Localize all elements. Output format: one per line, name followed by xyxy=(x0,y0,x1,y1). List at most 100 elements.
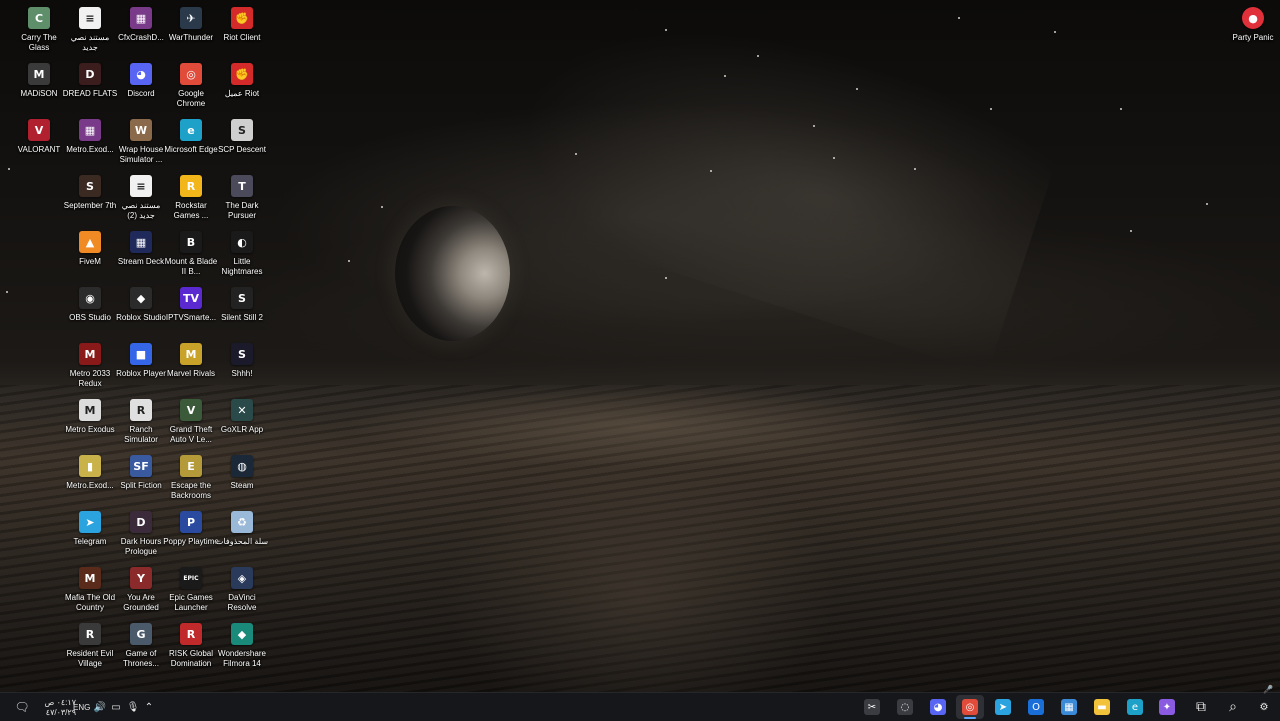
desktop-icon[interactable]: P Poppy Playtime xyxy=(163,508,219,562)
discord-taskbar-button[interactable]: ◕ xyxy=(924,695,952,719)
edge-taskbar-button[interactable]: e xyxy=(1121,695,1149,719)
desktop-icon[interactable]: S September 7th xyxy=(63,172,117,226)
desktop-icon-party-panic[interactable]: ● Party Panic xyxy=(1228,4,1278,58)
desktop-icon[interactable]: V Grand Theft Auto V Le... xyxy=(166,396,216,450)
star xyxy=(8,168,10,170)
notification-center-button[interactable]: 🗨 xyxy=(8,695,36,719)
search-button[interactable]: ⌕ xyxy=(1219,695,1247,719)
desktop-icon[interactable]: ≡ مستند نصي جديد xyxy=(65,4,115,58)
telegram-taskbar-button[interactable]: ➤ xyxy=(989,695,1017,719)
wallpaper-haze xyxy=(492,0,1068,374)
desktop-icon-label: Dark Hours Prologue xyxy=(120,537,162,556)
chrome-taskbar-button[interactable]: ◎ xyxy=(956,695,984,719)
desktop-icon[interactable]: ■ Roblox Player xyxy=(116,340,166,394)
desktop-icon-label: Grand Theft Auto V Le... xyxy=(169,425,213,444)
desktop-icon-label: Metro Exodus xyxy=(65,425,115,434)
desktop-icon[interactable]: ✕ GoXLR App xyxy=(217,396,267,450)
silent-still-icon: S xyxy=(231,287,253,309)
text-document-icon: ≡ xyxy=(79,7,101,29)
show-hidden-icons-button[interactable]: ⌃ xyxy=(140,695,158,719)
network-button[interactable]: ▭ xyxy=(107,695,125,719)
desktop-icon[interactable]: S Shhh! xyxy=(217,340,267,394)
desktop-icon-label: SCP Descent xyxy=(218,145,266,154)
desktop-icon[interactable]: M Metro 2033 Redux xyxy=(65,340,115,394)
desktop-icon[interactable]: ✈ WarThunder xyxy=(166,4,216,58)
desktop-icon-label: Mount & Blade II B... xyxy=(164,257,218,276)
desktop-icon[interactable]: V VALORANT xyxy=(14,116,64,170)
clock-time[interactable]: ٠٤:١٧ ص xyxy=(36,698,76,707)
desktop-icon[interactable]: ◐ Little Nightmares xyxy=(217,228,267,282)
game-of-thrones-icon: G xyxy=(130,623,152,645)
desktop-icon-label: مستند نصي جديد (2) xyxy=(121,201,161,220)
language-indicator[interactable]: ENG xyxy=(73,703,90,712)
desktop-icon[interactable]: SF Split Fiction xyxy=(116,452,166,506)
desktop-icon[interactable]: W Wrap House Simulator ... xyxy=(116,116,166,170)
desktop-icon[interactable]: S SCP Descent xyxy=(217,116,267,170)
desktop-icon[interactable]: D Dark Hours Prologue xyxy=(116,508,166,562)
carry-the-glass-icon: C xyxy=(28,7,50,29)
desktop-icon[interactable]: ➤ Telegram xyxy=(65,508,115,562)
desktop-icon[interactable]: S Silent Still 2 xyxy=(217,284,267,338)
desktop-icon[interactable]: E Escape the Backrooms xyxy=(166,452,216,506)
snip-tool-button[interactable]: ✂ xyxy=(858,695,886,719)
file-explorer-taskbar-button[interactable]: ▬ xyxy=(1088,695,1116,719)
desktop-icon[interactable]: G Game of Thrones... xyxy=(116,620,166,674)
task-view-icon: ⧉ xyxy=(1196,699,1206,715)
desktop-icon[interactable]: ▲ FiveM xyxy=(65,228,115,282)
desktop-icon-label: Silent Still 2 xyxy=(221,313,263,322)
poppy-playtime-icon: P xyxy=(180,511,202,533)
desktop-icon[interactable]: Y You Are Grounded xyxy=(116,564,166,618)
desktop-icon[interactable]: B Mount & Blade II B... xyxy=(164,228,218,282)
desktop-icon[interactable]: ▦ Stream Deck xyxy=(116,228,166,282)
settings-icon: ⚙ xyxy=(1259,701,1269,713)
app-circle-button[interactable]: ◌ xyxy=(891,695,919,719)
desktop-icon[interactable]: ◆ Roblox Studio xyxy=(116,284,166,338)
desktop-icon[interactable]: R Rockstar Games ... xyxy=(166,172,216,226)
desktop-icon[interactable]: ✊ عميل Riot xyxy=(217,60,267,114)
desktop-icon[interactable]: D DREAD FLATS xyxy=(62,60,118,114)
desktop-icon[interactable]: ◉ OBS Studio xyxy=(65,284,115,338)
desktop-icon[interactable]: ◈ DaVinci Resolve xyxy=(217,564,267,618)
clock-date[interactable]: ٤٧/٠٣/٢٩ xyxy=(36,708,76,717)
store-taskbar-button[interactable]: ▦ xyxy=(1055,695,1083,719)
desktop-icon[interactable]: ◍ Steam xyxy=(217,452,267,506)
desktop-icon[interactable]: ✊ Riot Client xyxy=(217,4,267,58)
desktop-icon[interactable]: R RISK Global Domination xyxy=(166,620,216,674)
desktop-icon[interactable]: R Resident Evil Village xyxy=(65,620,115,674)
desktop-icon[interactable]: ◎ Google Chrome xyxy=(166,60,216,114)
task-view-button[interactable]: ⧉ xyxy=(1187,695,1215,719)
desktop-icon[interactable]: M MADiSON xyxy=(14,60,64,114)
google-chrome-icon: ◎ xyxy=(180,63,202,85)
desktop-icon[interactable]: ◆ Wondershare Filmora 14 xyxy=(217,620,267,674)
edge-taskbar-icon: e xyxy=(1127,699,1143,715)
desktop-icon[interactable]: T The Dark Pursuer xyxy=(217,172,267,226)
desktop-icon[interactable]: TV IPTVSmarte... xyxy=(166,284,216,338)
desktop-icon-label: DREAD FLATS xyxy=(62,89,118,98)
desktop-icon[interactable]: M Mafia The Old Country xyxy=(65,564,115,618)
desktop-icon[interactable]: C Carry The Glass xyxy=(14,4,64,58)
desktop-icon-label: Poppy Playtime xyxy=(163,537,219,546)
metro-exodus-installer-icon: ▦ xyxy=(79,119,101,141)
copilot-taskbar-button[interactable]: ✦ xyxy=(1153,695,1181,719)
desktop-icon-label: Roblox Player xyxy=(116,369,166,378)
scp-descent-icon: S xyxy=(231,119,253,141)
desktop-icon-label: Rockstar Games ... xyxy=(173,201,209,220)
desktop-icon-label: Game of Thrones... xyxy=(122,649,159,668)
desktop-icon-label: Marvel Rivals xyxy=(166,369,215,378)
desktop-icon[interactable]: ▦ Metro.Exod... xyxy=(65,116,115,170)
desktop-icon[interactable]: M Metro Exodus xyxy=(65,396,115,450)
outlook-taskbar-button[interactable]: O xyxy=(1022,695,1050,719)
desktop-icon[interactable]: ◕ Discord xyxy=(116,60,166,114)
desktop-icon[interactable]: ≡ مستند نصي جديد (2) xyxy=(116,172,166,226)
desktop-icon[interactable]: M Marvel Rivals xyxy=(166,340,216,394)
desktop-icon-label: Epic Games Launcher xyxy=(169,593,213,612)
system-tray-corner[interactable]: ⚙ xyxy=(1254,695,1274,719)
desktop-icon[interactable]: e Microsoft Edge xyxy=(164,116,218,170)
desktop-icon[interactable]: ♻ سلة المحذوفات xyxy=(216,508,268,562)
desktop-icon[interactable]: R Ranch Simulator xyxy=(116,396,166,450)
desktop-icon[interactable]: ▦ CfxCrashD... xyxy=(116,4,166,58)
desktop-icon[interactable]: ▮ Metro.Exod... xyxy=(65,452,115,506)
desktop-icon-label: September 7th xyxy=(63,201,117,210)
desktop-icon[interactable]: EPIC Epic Games Launcher xyxy=(166,564,216,618)
desktop-icon-label: CfxCrashD... xyxy=(118,33,164,42)
